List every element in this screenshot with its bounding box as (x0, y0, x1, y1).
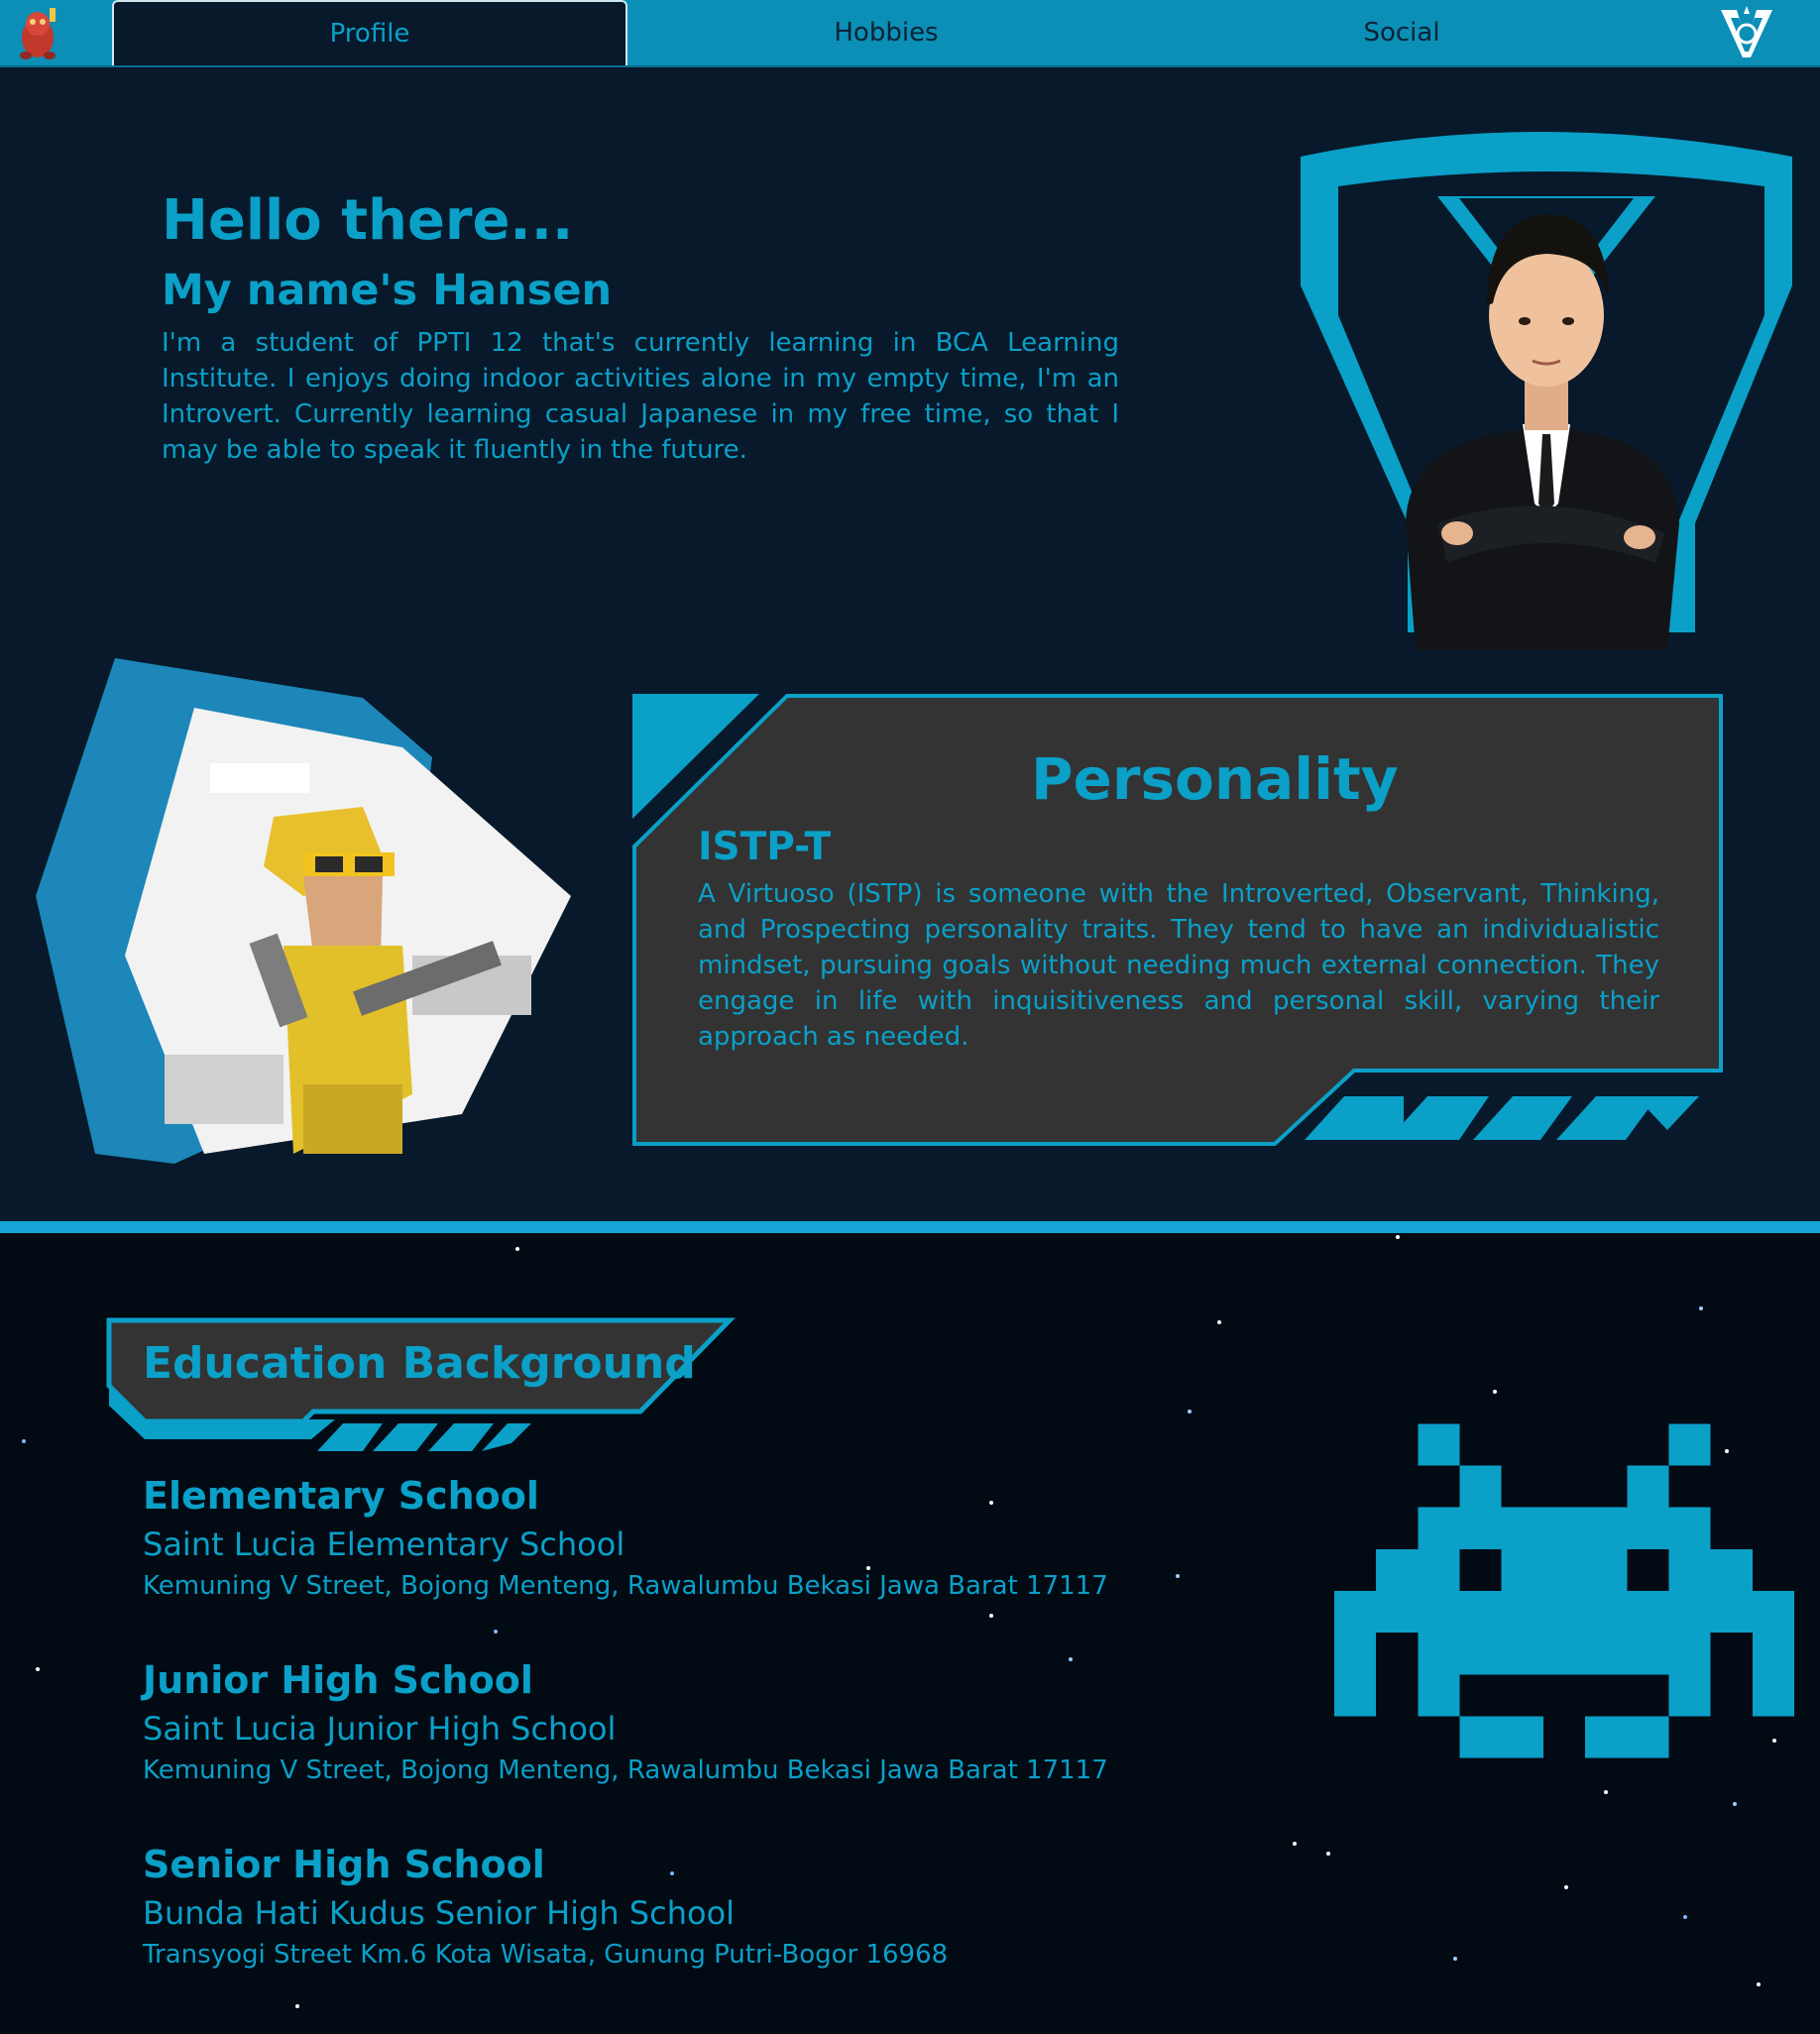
education-address: Kemuning V Street, Bojong Menteng, Rawal… (143, 1755, 1108, 1785)
space-invader-icon (1334, 1423, 1794, 1758)
education-level: Elementary School (143, 1474, 539, 1518)
intro-name: My name's Hansen (162, 266, 613, 315)
intro-bio: I'm a student of PPTI 12 that's currentl… (162, 328, 1119, 465)
education-address: Kemuning V Street, Bojong Menteng, Rawal… (143, 1571, 1108, 1601)
education-level: Junior High School (143, 1658, 533, 1702)
education-level: Senior High School (143, 1843, 545, 1886)
personality-type: ISTP-T (698, 825, 832, 869)
tab-profile[interactable]: Profile (112, 0, 627, 65)
mechanic-illustration (36, 658, 571, 1164)
education-entry: Junior High School Saint Lucia Junior Hi… (143, 1657, 1108, 1790)
education-address: Transyogi Street Km.6 Kota Wisata, Gunun… (143, 1940, 949, 1970)
mascot-icon[interactable] (14, 4, 65, 61)
education-school: Saint Lucia Elementary School (143, 1526, 626, 1563)
top-nav: Profile Hobbies Social (0, 0, 1820, 67)
tab-social[interactable]: Social (1144, 0, 1659, 65)
profile-portrait (1301, 132, 1792, 650)
education-entry: Senior High School Bunda Hati Kudus Seni… (143, 1842, 948, 1975)
intro-greeting: Hello there... (162, 188, 574, 253)
section-divider (0, 1221, 1820, 1233)
education-school: Saint Lucia Junior High School (143, 1710, 617, 1748)
v-emblem-icon[interactable] (1717, 4, 1776, 61)
education-school: Bunda Hati Kudus Senior High School (143, 1894, 736, 1932)
tab-hobbies[interactable]: Hobbies (628, 0, 1144, 65)
education-title: Education Background (143, 1338, 696, 1389)
education-entry: Elementary School Saint Lucia Elementary… (143, 1473, 1108, 1606)
personality-description: A Virtuoso (ISTP) is someone with the In… (698, 879, 1659, 1052)
personality-title: Personality (1031, 745, 1399, 813)
